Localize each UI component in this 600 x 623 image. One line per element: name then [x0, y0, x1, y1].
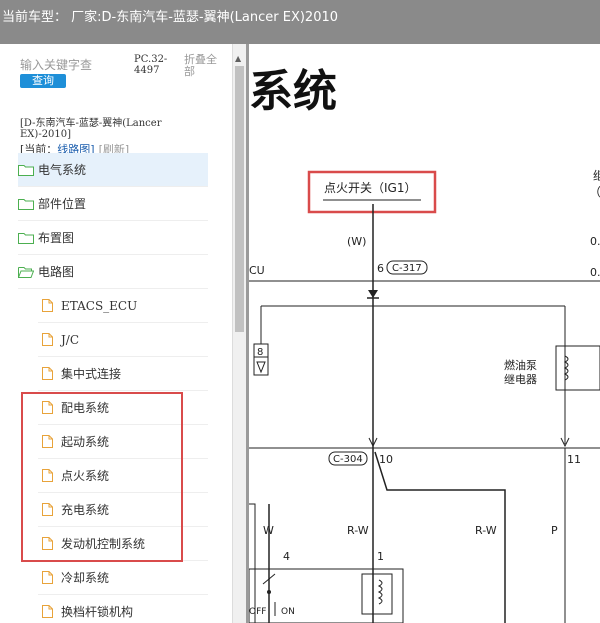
tree-item-etacs-ecu[interactable]: ETACS_ECU: [38, 289, 208, 323]
pin-4: 4: [283, 550, 290, 563]
tree-item-label: 部件位置: [38, 197, 87, 211]
title-bar: 当前车型： 厂家:D-东南汽车-蓝瑟-翼神(Lancer EX)2010: [0, 0, 600, 44]
wire-color-rw-1: R-W: [347, 524, 369, 537]
file-icon: [42, 367, 53, 380]
file-icon: [42, 333, 53, 346]
tree-item-label: 集中式连接: [61, 367, 122, 381]
relay-box: [555, 345, 600, 391]
ignition-switch-label: 点火开关（IG1）: [324, 181, 416, 195]
tree-item-jc[interactable]: J/C: [38, 323, 208, 357]
lower-coil-icon: [377, 579, 383, 605]
tree-item-electrical-system[interactable]: 电气系统: [18, 153, 208, 187]
tree-item-label: ETACS_ECU: [61, 298, 138, 313]
sidebar: 查询 PC.32-4497 折叠全部 [D-东南汽车-蓝瑟-翼神(Lancer …: [0, 44, 232, 623]
pin-6: 6: [377, 262, 384, 275]
tree-item-label: 布置图: [38, 231, 75, 245]
file-icon: [42, 299, 53, 312]
relay-label-2: 继电器: [504, 373, 537, 386]
tree-item-label: 电气系统: [38, 163, 87, 177]
relay-label-1: 燃油泵: [504, 358, 537, 372]
file-icon: [42, 605, 53, 618]
diagram-heading: 系统: [249, 66, 337, 117]
tree-item-label: 电路图: [38, 265, 75, 279]
switch-off-label: OFF: [249, 607, 266, 617]
wire-color-w2: W: [263, 524, 274, 537]
scroll-up-arrow-icon[interactable]: ▲: [235, 54, 241, 63]
wire-color-w: (W): [347, 235, 366, 248]
sidebar-scrollbar[interactable]: ▲: [232, 44, 247, 623]
wire-color-rw-2: R-W: [475, 524, 497, 537]
folder-icon: [18, 232, 34, 244]
diode-icon: [368, 290, 378, 298]
vehicle-path: [D-东南汽车-蓝瑟-翼神(Lancer EX)-2010]: [20, 118, 162, 140]
switch-on-label: ON: [281, 607, 295, 617]
scrollbar-thumb[interactable]: [235, 66, 244, 332]
ground-icon: [256, 361, 266, 374]
tree-item-shift-lock[interactable]: 换档杆锁机构: [38, 595, 208, 623]
highlight-annotation-box: [21, 392, 183, 562]
file-icon: [42, 571, 53, 584]
folder-open-icon: [18, 266, 34, 278]
ground-8: 8: [257, 347, 263, 358]
tree-item-label: 冷却系统: [61, 571, 110, 585]
pin-10: 10: [379, 453, 393, 466]
search-input[interactable]: [20, 56, 130, 74]
connector-c317: C-317: [392, 263, 422, 274]
pin-1: 1: [377, 550, 384, 563]
tree-item-label: 换档杆锁机构: [61, 605, 134, 619]
connector-c304: C-304: [333, 454, 363, 465]
right-top-label-2: （: [589, 185, 600, 199]
pin-11: 11: [567, 453, 581, 466]
fold-all-button[interactable]: 折叠全部: [184, 54, 224, 78]
right-top-label-1: 继: [593, 169, 600, 183]
folder-icon: [18, 164, 34, 176]
lower-relay-box: [249, 568, 404, 623]
right-value-1: 0.: [590, 235, 600, 248]
tree-item-cooling-system[interactable]: 冷却系统: [38, 561, 208, 595]
search-button[interactable]: 查询: [20, 74, 66, 88]
tree-item-component-location[interactable]: 部件位置: [18, 187, 208, 221]
wire-color-p: P: [551, 524, 558, 537]
wiring-diagram: 系统 点火开关（IG1） 继 （ (W) 0. 6 C-317 CU 0. 8: [249, 44, 600, 623]
pc-code: PC.32-4497: [134, 54, 168, 76]
tree-item-central-connection[interactable]: 集中式连接: [38, 357, 208, 391]
cu-label: CU: [249, 264, 265, 277]
branch-wire: [374, 451, 506, 623]
folder-icon: [18, 198, 34, 210]
window-title: 当前车型： 厂家:D-东南汽车-蓝瑟-翼神(Lancer EX)2010: [2, 10, 339, 25]
tree-item-layout-diagram[interactable]: 布置图: [18, 221, 208, 255]
right-value-2: 0.: [590, 266, 600, 279]
tree-item-label: J/C: [61, 332, 80, 347]
tree-item-circuit-diagram[interactable]: 电路图: [18, 255, 208, 289]
